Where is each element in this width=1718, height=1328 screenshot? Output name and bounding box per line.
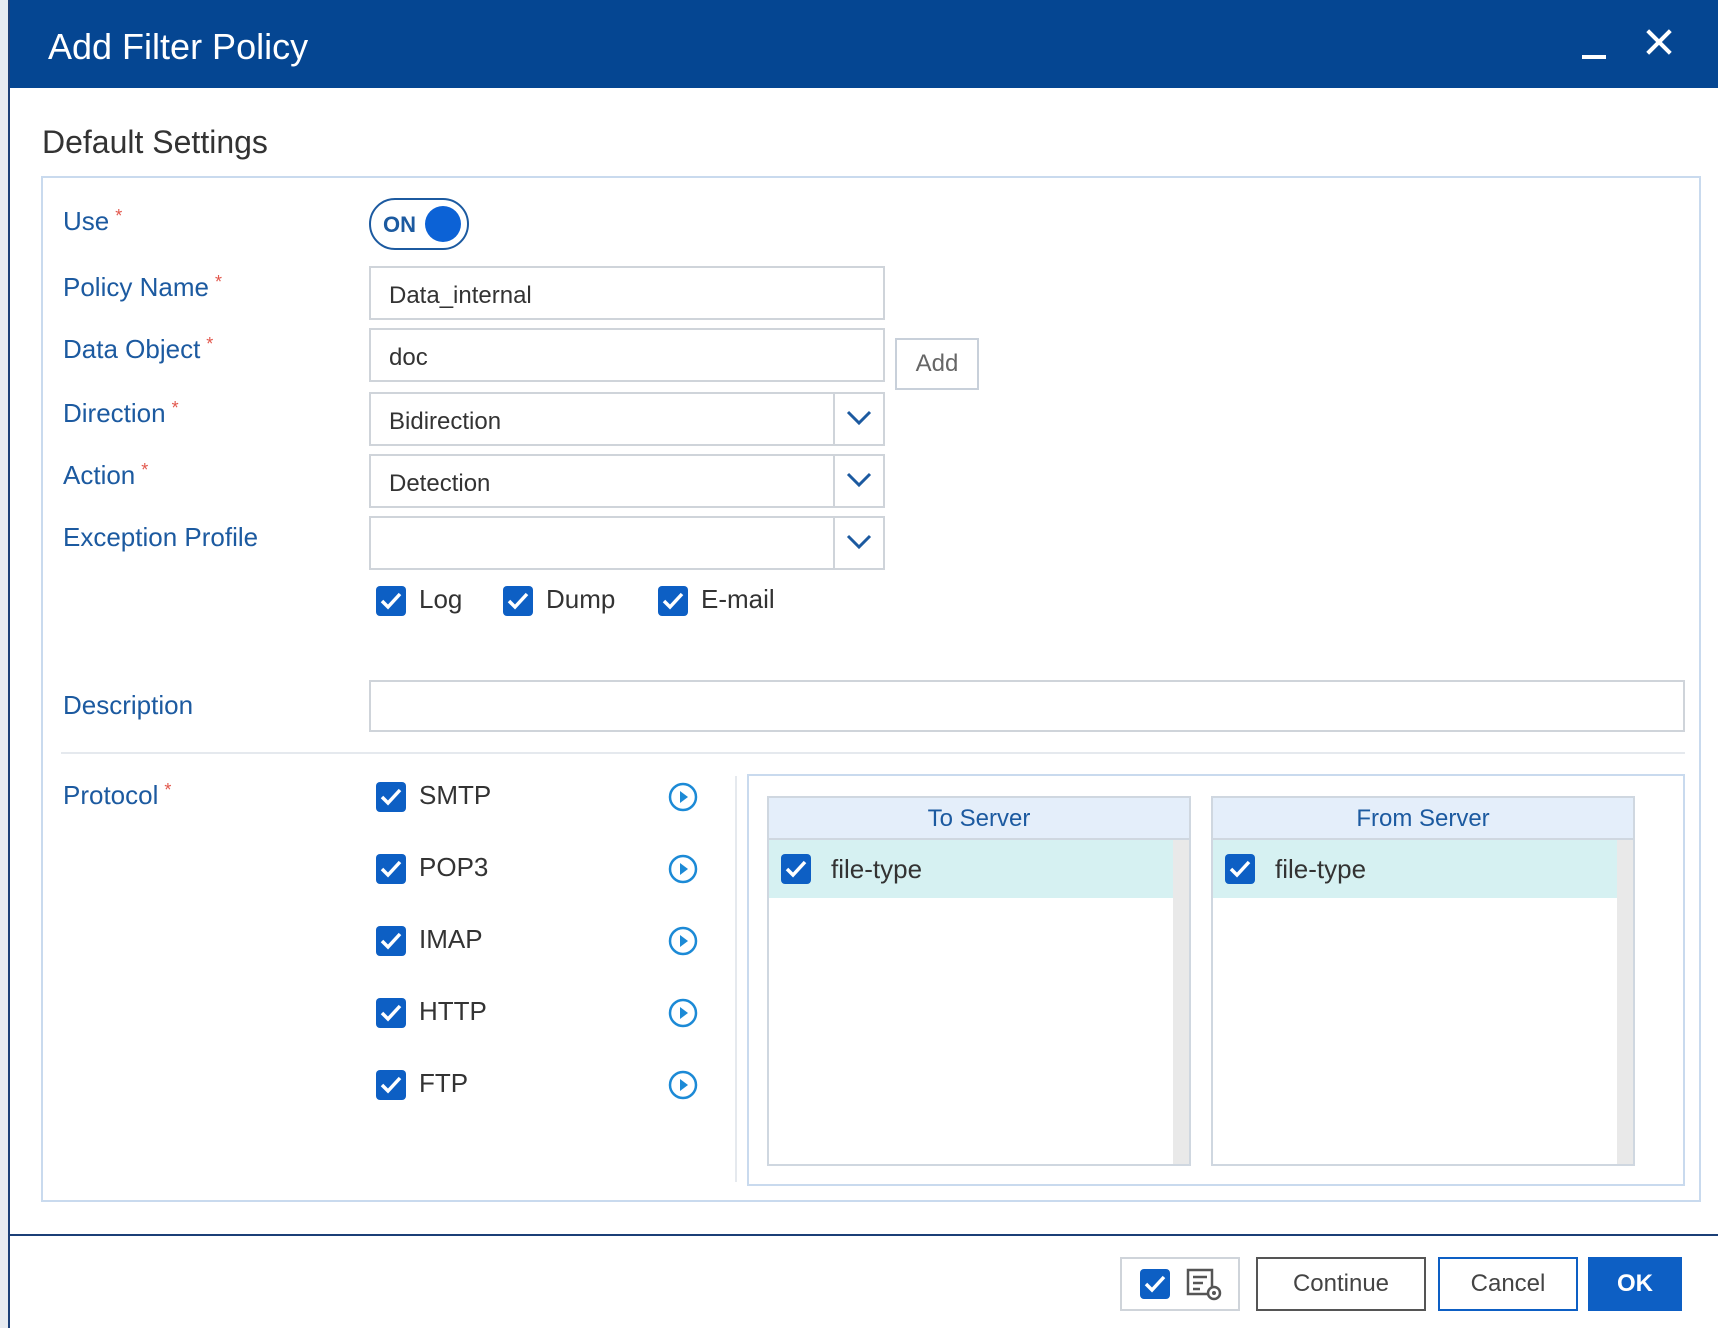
action-select[interactable]: Detection (369, 454, 885, 508)
continue-button[interactable]: Continue (1256, 1257, 1426, 1311)
title-bar: Add Filter Policy (10, 0, 1718, 88)
direction-label: Direction * (63, 398, 179, 429)
dump-checkbox[interactable] (503, 586, 533, 616)
to-server-header: To Server (769, 798, 1189, 840)
circle-arrow-right-icon[interactable] (667, 1069, 699, 1101)
data-object-label: Data Object * (63, 334, 213, 365)
log-label: Log (419, 584, 463, 614)
required-marker: * (206, 334, 214, 354)
data-object-input[interactable]: doc (369, 328, 885, 382)
to-server-list: To Server file-type (767, 796, 1191, 1166)
ok-button[interactable]: OK (1588, 1257, 1682, 1311)
list-item[interactable]: file-type (769, 840, 1175, 898)
protocol-label: Protocol * (63, 780, 171, 811)
direction-select[interactable]: Bidirection (369, 392, 885, 446)
add-data-object-button[interactable]: Add (895, 338, 979, 390)
description-label: Description (63, 690, 194, 720)
footer-divider (10, 1234, 1718, 1236)
circle-arrow-right-icon[interactable] (667, 997, 699, 1029)
minimize-icon[interactable] (1574, 22, 1614, 62)
direction-value: Bidirection (389, 408, 502, 435)
ftp-label: FTP (419, 1068, 469, 1098)
list-item[interactable]: file-type (1213, 840, 1619, 898)
use-toggle[interactable]: ON (369, 198, 469, 250)
list-item-label: file-type (1275, 854, 1367, 884)
file-type-checkbox[interactable] (781, 854, 811, 884)
ftp-checkbox[interactable] (376, 1070, 406, 1100)
email-checkbox[interactable] (658, 586, 688, 616)
http-label: HTTP (419, 996, 487, 1026)
close-icon[interactable] (1640, 22, 1680, 62)
dump-label: Dump (546, 584, 616, 614)
add-filter-policy-dialog: Add Filter Policy Default Settings Use * … (8, 0, 1718, 1328)
from-server-list: From Server file-type (1211, 796, 1635, 1166)
select-settings-button[interactable] (1120, 1257, 1240, 1311)
file-type-checkbox[interactable] (1225, 854, 1255, 884)
toggle-state-text: ON (383, 212, 416, 237)
scrollbar[interactable] (1173, 840, 1189, 1164)
scrollbar[interactable] (1617, 840, 1633, 1164)
required-marker: * (171, 398, 179, 418)
required-marker: * (115, 206, 123, 226)
policy-name-label-text: Policy Name (63, 272, 209, 302)
required-marker: * (164, 780, 172, 800)
section-title: Default Settings (42, 124, 268, 160)
protocol-label-text: Protocol (63, 780, 159, 810)
imap-label: IMAP (419, 924, 483, 954)
divider (61, 752, 1685, 754)
policy-name-label: Policy Name * (63, 272, 222, 303)
dialog-title: Add Filter Policy (48, 26, 309, 67)
chevron-down-icon[interactable] (833, 518, 883, 568)
list-item-label: file-type (831, 854, 923, 884)
cancel-button[interactable]: Cancel (1438, 1257, 1578, 1311)
list-gear-icon[interactable] (1186, 1267, 1224, 1303)
chevron-down-icon[interactable] (833, 394, 883, 444)
http-checkbox[interactable] (376, 998, 406, 1028)
settings-panel: Use * ON Policy Name * Data_internal Data … (41, 176, 1701, 1202)
action-label-text: Action (63, 460, 136, 490)
pop3-checkbox[interactable] (376, 854, 406, 884)
description-input[interactable] (369, 680, 1685, 732)
circle-arrow-right-icon[interactable] (667, 853, 699, 885)
exception-profile-label: Exception Profile (63, 522, 259, 552)
required-marker: * (214, 272, 222, 292)
background-strip (0, 0, 8, 1328)
imap-checkbox[interactable] (376, 926, 406, 956)
from-server-header: From Server (1213, 798, 1633, 840)
log-checkbox[interactable] (376, 586, 406, 616)
divider (735, 776, 737, 1182)
required-marker: * (141, 460, 149, 480)
data-object-label-text: Data Object (63, 334, 201, 364)
toggle-knob (425, 206, 461, 242)
direction-label-text: Direction (63, 398, 166, 428)
use-label: Use * (63, 206, 122, 237)
smtp-checkbox[interactable] (376, 782, 406, 812)
exception-profile-select[interactable] (369, 516, 885, 570)
checkmark-icon[interactable] (1140, 1269, 1170, 1299)
pop3-label: POP3 (419, 852, 489, 882)
action-value: Detection (389, 470, 491, 497)
circle-arrow-right-icon[interactable] (667, 781, 699, 813)
policy-name-value: Data_internal (389, 282, 532, 309)
server-lists-box: To Server file-type From Server file-typ… (747, 774, 1685, 1186)
use-label-text: Use (63, 206, 110, 236)
action-label: Action * (63, 460, 148, 491)
chevron-down-icon[interactable] (833, 456, 883, 506)
policy-name-input[interactable]: Data_internal (369, 266, 885, 320)
smtp-label: SMTP (419, 780, 492, 810)
email-label: E-mail (701, 584, 775, 614)
data-object-value: doc (389, 344, 428, 371)
circle-arrow-right-icon[interactable] (667, 925, 699, 957)
